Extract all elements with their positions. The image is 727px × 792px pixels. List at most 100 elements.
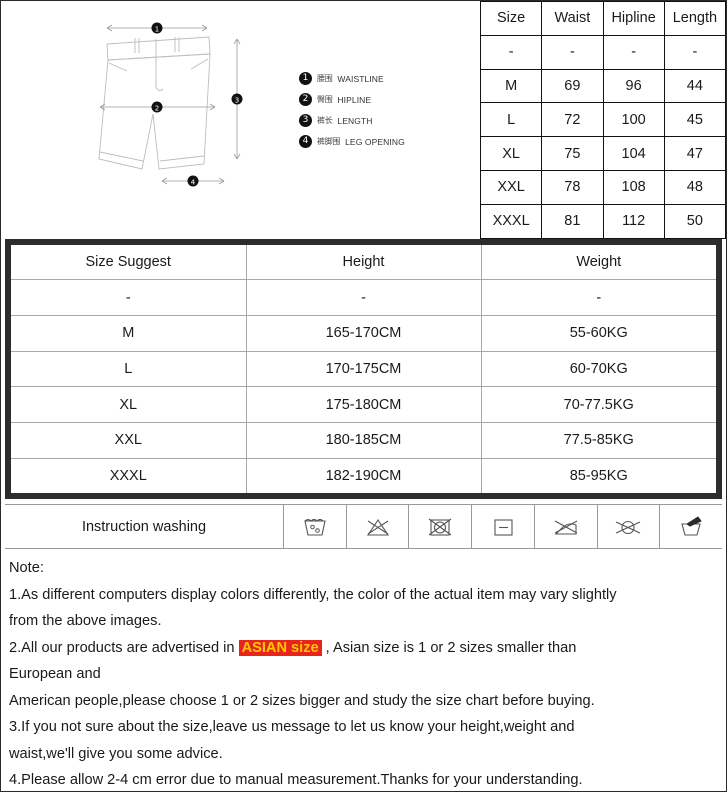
header-hipline: Hipline [602, 1, 665, 36]
legend-badge-1: 1 [299, 72, 312, 85]
wash-cell-dry-flat [472, 505, 535, 548]
note-1-line-2: from the above images. [9, 613, 162, 629]
cell-hipline: - [602, 34, 665, 70]
cell-weight: - [480, 279, 716, 316]
table-row: XL 175-180CM 70-77.5KG [11, 386, 716, 424]
table-row: L 72 100 45 [479, 102, 727, 138]
cell-hipline: 96 [602, 68, 665, 104]
cell-length: 47 [663, 136, 727, 171]
washing-icon-group [284, 505, 722, 548]
measurement-legend: 1 腰围 WAISTLINE 2 臀围 HIPLINE 3 裤长 LENGTH … [299, 72, 405, 148]
cell-size: - [11, 279, 247, 316]
cell-height: 165-170CM [245, 314, 482, 352]
legend-label-cn-1: 腰围 [317, 74, 333, 83]
legend-item-waistline: 1 腰围 WAISTLINE [299, 72, 405, 85]
svg-text:4: 4 [191, 178, 196, 186]
cell-hipline: 100 [602, 102, 665, 138]
header-weight: Weight [480, 245, 716, 281]
do-not-tumble-dry-icon [428, 518, 452, 536]
cell-length: 45 [663, 102, 727, 138]
table-row: M 69 96 44 [479, 68, 727, 104]
machine-wash-icon [304, 518, 326, 536]
cell-length: 48 [663, 169, 727, 205]
note-3-line-1: 3.If you not sure about the size,leave u… [9, 719, 575, 735]
note-title: Note: [9, 560, 44, 576]
table-header-row: Size Suggest Height Weight [11, 245, 716, 281]
cell-waist: 78 [541, 169, 604, 205]
cell-height: 170-175CM [245, 350, 482, 388]
svg-text:2: 2 [155, 104, 159, 112]
cell-height: 175-180CM [245, 386, 482, 424]
wash-cell-do-not-bleach [347, 505, 410, 548]
note-2-text-after: , Asian size is 1 or 2 sizes smaller tha… [321, 639, 577, 656]
wash-cell-do-not-tumble-dry [409, 505, 473, 548]
cell-height: - [245, 279, 482, 316]
cell-size: XXXL [479, 203, 543, 239]
cell-length: - [663, 34, 727, 70]
cell-size: L [11, 350, 247, 388]
legend-label-cn-2: 臀围 [317, 95, 333, 104]
washing-instruction-label: Instruction washing [5, 505, 284, 548]
legend-badge-3: 3 [299, 114, 312, 127]
cell-weight: 77.5-85KG [480, 422, 716, 459]
cell-waist: 81 [541, 203, 604, 239]
size-suggest-table-wrapper: Size Suggest Height Weight - - - M 165-1… [5, 239, 722, 499]
size-chart-page: 1 2 3 4 1 腰围 WAISTLINE 2 臀围 HIPLINE 3 裤长… [0, 0, 727, 792]
header-size-suggest: Size Suggest [11, 245, 247, 281]
cell-height: 180-185CM [245, 422, 482, 459]
asian-size-highlight: ASIAN size [238, 639, 322, 656]
cell-size: M [11, 314, 247, 352]
legend-label-en-4: LEG OPENING [345, 136, 405, 147]
note-3-line-2: waist,we'll give you some advice. [9, 745, 223, 762]
legend-label-en-2: HIPLINE [337, 94, 372, 105]
wash-cell-machine-wash [284, 505, 347, 548]
svg-text:3: 3 [235, 96, 239, 104]
cell-size: XXL [11, 422, 247, 459]
do-not-iron-icon [554, 520, 577, 535]
dry-flat-icon [494, 518, 513, 536]
cell-weight: 60-70KG [480, 350, 716, 388]
header-length: Length [663, 1, 727, 36]
legend-label-en-3: LENGTH [337, 115, 373, 126]
legend-label-cn-3: 裤长 [317, 116, 333, 125]
note-2-text-before: 2.All our products are advertised in [9, 639, 239, 656]
note-4: 4.Please allow 2-4 cm error due to manua… [9, 772, 583, 788]
do-not-bleach-icon [366, 518, 389, 536]
cell-waist: 75 [541, 136, 604, 171]
cell-length: 50 [663, 203, 727, 239]
table-row: XXXL 81 112 50 [479, 203, 727, 239]
cell-waist: - [541, 34, 604, 70]
svg-text:1: 1 [155, 25, 159, 33]
table-row: - - - [11, 279, 716, 316]
legend-badge-2: 2 [299, 93, 312, 106]
note-1-line-1: 1.As different computers display colors … [9, 586, 617, 603]
hand-wash-icon [681, 515, 702, 536]
cell-size: M [479, 68, 543, 104]
notes-section: Note: 1.As different computers display c… [5, 552, 722, 792]
legend-label-en-1: WAISTLINE [337, 73, 384, 84]
cell-size: XL [11, 386, 247, 424]
cell-length: 44 [663, 68, 727, 104]
cell-waist: 69 [541, 68, 604, 104]
header-waist: Waist [541, 1, 604, 36]
header-size: Size [479, 1, 543, 36]
legend-item-hipline: 2 臀围 HIPLINE [299, 93, 405, 106]
do-not-dry-clean-icon [616, 520, 641, 534]
table-header-row: Size Waist Hipline Length [479, 1, 727, 36]
cell-size: XXL [479, 169, 543, 205]
wash-cell-do-not-dry-clean [598, 505, 661, 548]
note-2-line-1: 2.All our products are advertised in ASI… [9, 635, 716, 662]
cell-size: XXXL [11, 457, 247, 493]
cell-size: XL [479, 136, 543, 171]
legend-label-cn-4: 裤脚围 [317, 137, 341, 146]
table-row: XXL 180-185CM 77.5-85KG [11, 422, 716, 459]
washing-instruction-row: Instruction washing [5, 504, 722, 549]
cell-hipline: 104 [602, 136, 665, 171]
cell-weight: 55-60KG [480, 314, 716, 352]
table-row: XXL 78 108 48 [479, 169, 727, 205]
shorts-diagram-pane: 1 2 3 4 1 腰围 WAISTLINE 2 臀围 HIPLINE 3 裤长… [1, 1, 480, 238]
cell-hipline: 108 [602, 169, 665, 205]
measurement-table: Size Waist Hipline Length - - - - M 69 9… [479, 1, 727, 239]
cell-size: L [479, 102, 543, 138]
cell-size: - [479, 34, 543, 70]
